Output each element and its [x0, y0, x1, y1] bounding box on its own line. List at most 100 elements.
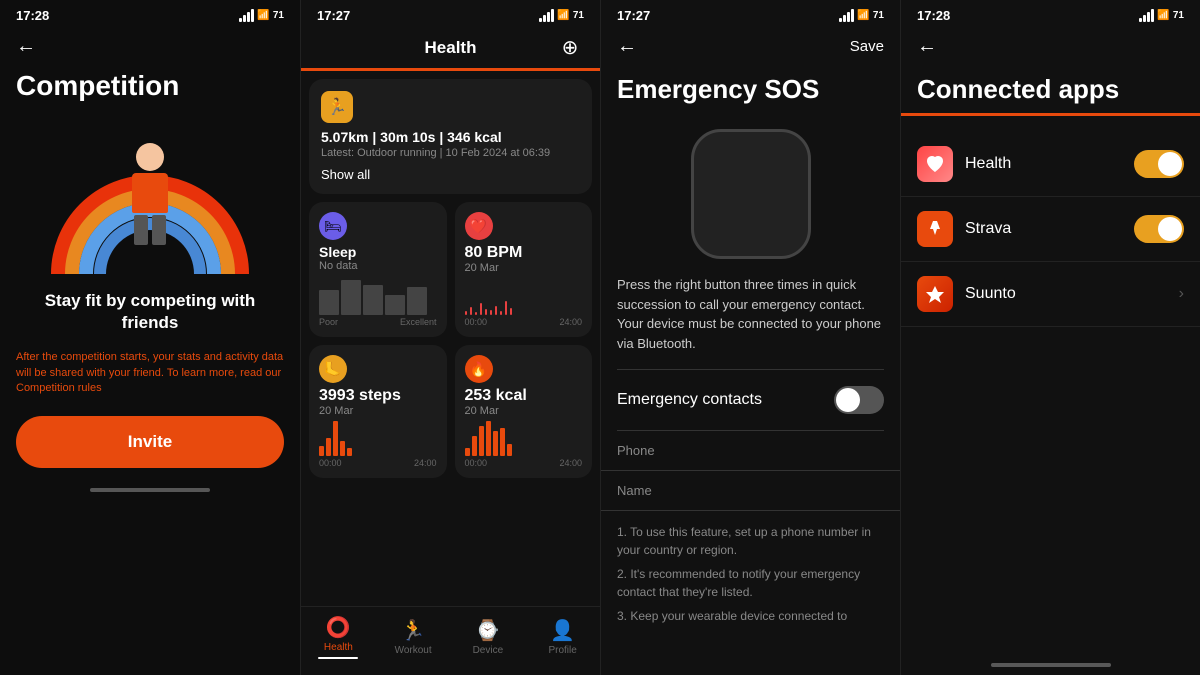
nav-indicator	[318, 657, 358, 659]
invite-button[interactable]: Invite	[16, 416, 284, 468]
health-toggle[interactable]	[1134, 150, 1184, 178]
sleep-icon: 🛏	[319, 212, 347, 240]
chevron-right-icon: ›	[1179, 285, 1184, 303]
sleep-sub: No data	[319, 260, 437, 272]
status-icons-1: 📶 71	[239, 9, 284, 22]
battery-text-3: 71	[873, 10, 884, 21]
profile-nav-label: Profile	[548, 645, 576, 656]
page-title-1: Competition	[0, 66, 300, 114]
workout-sub: Latest: Outdoor running | 10 Feb 2024 at…	[321, 147, 580, 159]
note-3: 3. Keep your wearable device connected t…	[617, 607, 884, 625]
tagline: Stay fit by competing with friends	[0, 274, 300, 342]
emergency-contacts-label: Emergency contacts	[617, 391, 762, 409]
profile-nav-icon: 👤	[550, 618, 575, 643]
nav-health[interactable]: ⭕ Health	[301, 615, 376, 659]
strava-toggle-knob	[1158, 217, 1182, 241]
status-bar-2: 17:27 📶 71	[301, 0, 600, 27]
add-button[interactable]: ⊕	[556, 35, 584, 60]
emergency-contacts-row: Emergency contacts	[601, 370, 900, 430]
steps-chart-labels: 00:00 24:00	[319, 458, 437, 468]
wifi-icon: 📶	[257, 10, 269, 21]
connected-apps-header: ←	[901, 27, 1200, 66]
competition-panel: 17:28 📶 71 ← Competition	[0, 0, 300, 675]
kcal-chart-labels: 00:00 24:00	[465, 458, 583, 468]
health-nav-icon: ⭕	[326, 615, 351, 640]
back-button-3[interactable]: ←	[617, 35, 637, 58]
steps-chart	[319, 421, 437, 456]
suunto-app-icon	[917, 276, 953, 312]
health-scroll: 🏃 5.07km | 30m 10s | 346 kcal Latest: Ou…	[301, 79, 600, 606]
health-app-icon	[917, 146, 953, 182]
sleep-chart-labels: Poor Excellent	[319, 317, 437, 327]
workout-icon: 🏃	[321, 91, 353, 123]
note-1: 1. To use this feature, set up a phone n…	[617, 523, 884, 559]
kcal-card[interactable]: 🔥 253 kcal 20 Mar 00:00 24:00	[455, 345, 593, 478]
back-button-4[interactable]: ←	[917, 35, 1184, 58]
watch-area: ←	[601, 113, 900, 275]
emergency-contacts-toggle[interactable]	[834, 386, 884, 414]
competition-rules-link[interactable]: Competition rules	[16, 382, 102, 394]
steps-icon: 🦶	[319, 355, 347, 383]
status-bar-1: 17:28 📶 71	[0, 0, 300, 27]
name-label: Name	[617, 483, 884, 498]
signal-icon-2	[539, 9, 554, 22]
home-indicator-4	[991, 663, 1111, 667]
time-2: 17:27	[317, 8, 350, 23]
workout-nav-label: Workout	[395, 645, 432, 656]
app-item-health[interactable]: Health	[901, 132, 1200, 197]
health-bar	[901, 113, 1200, 116]
workout-card[interactable]: 🏃 5.07km | 30m 10s | 346 kcal Latest: Ou…	[309, 79, 592, 194]
show-all-link[interactable]: Show all	[321, 167, 580, 182]
health-grid-bottom: 🦶 3993 steps 20 Mar 00:00 24:00 🔥	[309, 345, 592, 478]
avatar-head	[136, 143, 164, 171]
signal-icon-4	[1139, 9, 1154, 22]
sos-title: Emergency SOS	[601, 66, 900, 113]
heart-icon: ❤️	[465, 212, 493, 240]
back-button-1[interactable]: ←	[0, 27, 300, 66]
time-1: 17:28	[16, 8, 49, 23]
note-2: 2. It's recommended to notify your emerg…	[617, 565, 884, 601]
phone-label: Phone	[617, 443, 884, 458]
app-item-strava[interactable]: Strava	[901, 197, 1200, 262]
avatar-legs	[134, 215, 166, 245]
status-icons-2: 📶 71	[539, 9, 584, 22]
connected-apps-title: Connected apps	[901, 66, 1200, 113]
sleep-card[interactable]: 🛏 Sleep No data Poor Excellent	[309, 202, 447, 337]
health-toggle-knob	[1158, 152, 1182, 176]
battery-text: 71	[273, 10, 284, 21]
sleep-label: Sleep	[319, 244, 437, 260]
health-header: Health ⊕	[301, 27, 600, 68]
steps-date: 20 Mar	[319, 405, 437, 417]
nav-device[interactable]: ⌚ Device	[451, 618, 526, 656]
nav-profile[interactable]: 👤 Profile	[525, 618, 600, 656]
strava-app-name: Strava	[965, 220, 1134, 238]
orange-bar	[301, 68, 600, 71]
health-panel: 17:27 📶 71 Health ⊕ 🏃 5.07km | 30m 10s |…	[300, 0, 600, 675]
sos-description: Press the right button three times in qu…	[601, 275, 900, 369]
heart-date: 20 Mar	[465, 262, 583, 274]
device-nav-icon: ⌚	[475, 618, 500, 643]
nav-workout[interactable]: 🏃 Workout	[376, 618, 451, 656]
sos-notes: 1. To use this feature, set up a phone n…	[601, 511, 900, 637]
name-field[interactable]: Name	[601, 471, 900, 511]
sos-header: ← Save	[601, 27, 900, 66]
status-icons-3: 📶 71	[839, 9, 884, 22]
phone-field[interactable]: Phone	[601, 431, 900, 471]
steps-value: 3993 steps	[319, 387, 437, 405]
save-button[interactable]: Save	[850, 38, 884, 55]
home-indicator-1	[90, 488, 210, 492]
device-nav-label: Device	[473, 645, 504, 656]
heart-chart	[465, 278, 583, 315]
heart-rate-card[interactable]: ❤️ 80 BPM 20 Mar 00:00 24:0	[455, 202, 593, 337]
steps-card[interactable]: 🦶 3993 steps 20 Mar 00:00 24:00	[309, 345, 447, 478]
battery-text-2: 71	[573, 10, 584, 21]
app-item-suunto[interactable]: Suunto ›	[901, 262, 1200, 327]
avatar-body	[132, 173, 168, 213]
status-icons-4: 📶 71	[1139, 9, 1184, 22]
avatar	[115, 143, 185, 253]
strava-toggle[interactable]	[1134, 215, 1184, 243]
health-title: Health	[345, 38, 556, 58]
workout-stats: 5.07km | 30m 10s | 346 kcal	[321, 129, 580, 145]
kcal-chart	[465, 421, 583, 456]
battery-text-4: 71	[1173, 10, 1184, 21]
